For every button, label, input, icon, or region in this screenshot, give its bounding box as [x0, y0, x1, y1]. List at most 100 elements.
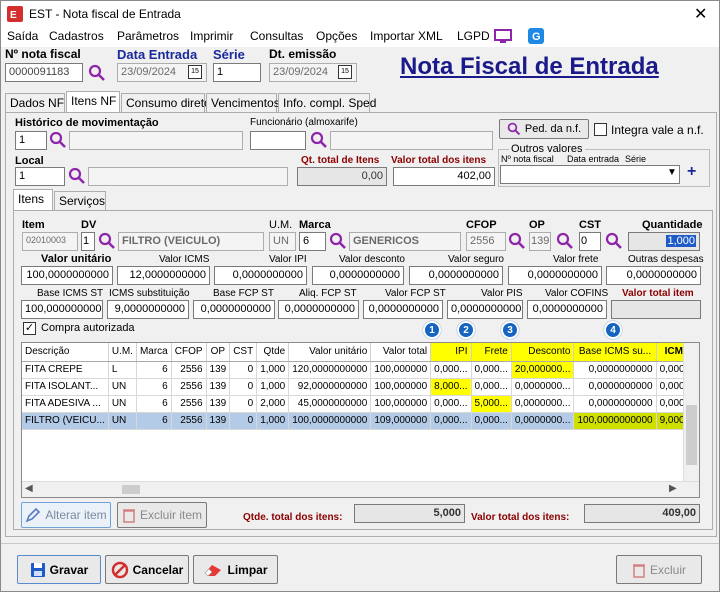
- excluir-button[interactable]: Excluir: [616, 555, 702, 584]
- valor-ipi-input[interactable]: 0,0000000000: [214, 266, 307, 285]
- cst-input[interactable]: 0: [579, 232, 601, 251]
- menu-opcoes[interactable]: Opções: [316, 29, 357, 43]
- menu-cadastros[interactable]: Cadastros: [49, 29, 104, 43]
- search-icon[interactable]: [88, 64, 106, 82]
- tab-vencimentos[interactable]: Vencimentos: [206, 93, 280, 113]
- menu-consultas[interactable]: Consultas: [250, 29, 303, 43]
- funcionario-input[interactable]: [250, 131, 306, 150]
- col-qtde[interactable]: Qtde: [256, 343, 290, 362]
- menu-imprimir[interactable]: Imprimir: [190, 29, 233, 43]
- local-input[interactable]: 1: [15, 167, 65, 186]
- col-op[interactable]: OP: [206, 343, 231, 362]
- limpar-button[interactable]: Limpar: [193, 555, 278, 584]
- menu-lgpd[interactable]: LGPD: [457, 29, 490, 43]
- col-ipi[interactable]: IPI: [430, 343, 472, 362]
- col-um[interactable]: U.M.: [108, 343, 137, 362]
- search-icon[interactable]: [556, 232, 574, 250]
- outras-despesas-label: Outras despesas: [628, 254, 704, 265]
- valor-frete-input[interactable]: 0,0000000000: [508, 266, 602, 285]
- integra-checkbox[interactable]: [594, 123, 607, 136]
- menu-saida[interactable]: Saída: [7, 29, 38, 43]
- cell: 139: [206, 412, 231, 430]
- qtd-input[interactable]: 1,000: [628, 232, 700, 251]
- scrollbar-thumb[interactable]: [686, 405, 697, 465]
- marca-label: Marca: [299, 219, 331, 231]
- tab-info-compl[interactable]: Info. compl. Sped: [278, 93, 376, 113]
- table-row-selected[interactable]: FILTRO (VEICU... UN 6 2556 139 0 1,000 1…: [22, 412, 699, 430]
- valor-total-item-input: [611, 300, 701, 319]
- col-cfop[interactable]: CFOP: [171, 343, 207, 362]
- calendar-icon[interactable]: 15: [338, 65, 352, 79]
- chevron-down-icon[interactable]: ▼: [667, 167, 677, 178]
- col-marca[interactable]: Marca: [136, 343, 172, 362]
- base-fcp-st-input[interactable]: 0,0000000000: [193, 300, 275, 319]
- search-icon[interactable]: [310, 131, 328, 149]
- scroll-right-icon[interactable]: ▶: [669, 483, 677, 494]
- outras-despesas-input[interactable]: 0,0000000000: [606, 266, 701, 285]
- serie-input[interactable]: 1: [213, 63, 261, 82]
- valor-desconto-input[interactable]: 0,0000000000: [312, 266, 404, 285]
- valor-unitario-input[interactable]: 100,0000000000: [21, 266, 113, 285]
- cancelar-button[interactable]: Cancelar: [105, 555, 189, 584]
- col-valor-unitario[interactable]: Valor unitário: [288, 343, 372, 362]
- cell: 0,0000000...: [511, 378, 575, 396]
- search-icon[interactable]: [68, 167, 86, 185]
- table-row[interactable]: FITA CREPE L 6 2556 139 0 1,000 120,0000…: [22, 361, 699, 379]
- item-input[interactable]: 02010003: [22, 232, 78, 251]
- items-table: Descrição U.M. Marca CFOP OP CST Qtde Va…: [22, 343, 699, 430]
- search-icon[interactable]: [605, 232, 623, 250]
- valor-seguro-input[interactable]: 0,0000000000: [409, 266, 503, 285]
- icms-substituicao-input[interactable]: 9,0000000000: [107, 300, 189, 319]
- col-descricao[interactable]: Descrição: [22, 343, 109, 362]
- gravar-button[interactable]: Gravar: [17, 555, 101, 584]
- marca-code-input[interactable]: 6: [299, 232, 326, 251]
- excluir-label: Excluir: [649, 562, 686, 577]
- horizontal-scrollbar[interactable]: ◀ ▶: [22, 481, 699, 497]
- menu-importar-xml[interactable]: Importar XML: [370, 29, 443, 43]
- outros-valores-select[interactable]: [500, 165, 680, 184]
- search-icon: [507, 122, 520, 136]
- scrollbar-thumb[interactable]: [122, 485, 140, 494]
- g-logo-icon[interactable]: G: [528, 28, 544, 44]
- add-icon[interactable]: +: [687, 163, 696, 181]
- compra-autorizada-checkbox[interactable]: ✓: [23, 322, 36, 335]
- cfop-input[interactable]: 2556: [466, 232, 506, 251]
- tab-dados-nf[interactable]: Dados NF: [5, 93, 65, 113]
- valor-icms-input[interactable]: 12,0000000000: [117, 266, 210, 285]
- base-icms-st-input[interactable]: 100,0000000000: [21, 300, 103, 319]
- compra-autorizada-label: Compra autorizada: [41, 322, 135, 334]
- col-frete[interactable]: Frete: [471, 343, 512, 362]
- col-desconto[interactable]: Desconto: [511, 343, 575, 362]
- valor-pis-input[interactable]: 0,0000000000: [447, 300, 523, 319]
- valor-total-itens-value: 409,00: [584, 504, 700, 523]
- search-icon[interactable]: [508, 232, 526, 250]
- close-icon[interactable]: ✕: [694, 4, 707, 24]
- nota-input[interactable]: 0000091183: [5, 63, 83, 82]
- menu-parametros[interactable]: Parâmetros: [117, 29, 179, 43]
- tab-servicos[interactable]: Serviços: [54, 191, 106, 211]
- vertical-scrollbar[interactable]: [683, 343, 699, 482]
- col-valor-total[interactable]: Valor total: [370, 343, 432, 362]
- monitor-icon[interactable]: [494, 29, 512, 44]
- col-cst[interactable]: CST: [229, 343, 258, 362]
- search-icon[interactable]: [329, 232, 347, 250]
- op-input[interactable]: 139: [529, 232, 551, 251]
- dv-input[interactable]: 1: [81, 232, 95, 251]
- tab-consumo-direto[interactable]: Consumo direto: [121, 93, 211, 113]
- ped-nf-button[interactable]: Ped. da n.f.: [499, 119, 589, 139]
- valor-fcp-st-input[interactable]: 0,0000000000: [363, 300, 443, 319]
- historico-input[interactable]: 1: [15, 131, 47, 150]
- aliq-fcp-st-input[interactable]: 0,0000000000: [278, 300, 359, 319]
- tab-itens[interactable]: Itens: [13, 189, 53, 211]
- alterar-item-button[interactable]: Alterar item: [21, 502, 111, 528]
- calendar-icon[interactable]: 15: [188, 65, 202, 79]
- excluir-item-button[interactable]: Excluir item: [117, 502, 207, 528]
- col-base-icms-sub[interactable]: Base ICMS su...: [573, 343, 657, 362]
- table-row[interactable]: FITA ISOLANT... UN 6 2556 139 0 1,000 92…: [22, 378, 699, 396]
- table-row[interactable]: FITA ADESIVA ... UN 6 2556 139 0 2,000 4…: [22, 395, 699, 413]
- search-icon[interactable]: [98, 232, 116, 250]
- scroll-left-icon[interactable]: ◀: [25, 483, 33, 494]
- valor-cofins-input[interactable]: 0,0000000000: [527, 300, 607, 319]
- search-icon[interactable]: [49, 131, 67, 149]
- tab-itens-nf[interactable]: Itens NF: [66, 91, 120, 113]
